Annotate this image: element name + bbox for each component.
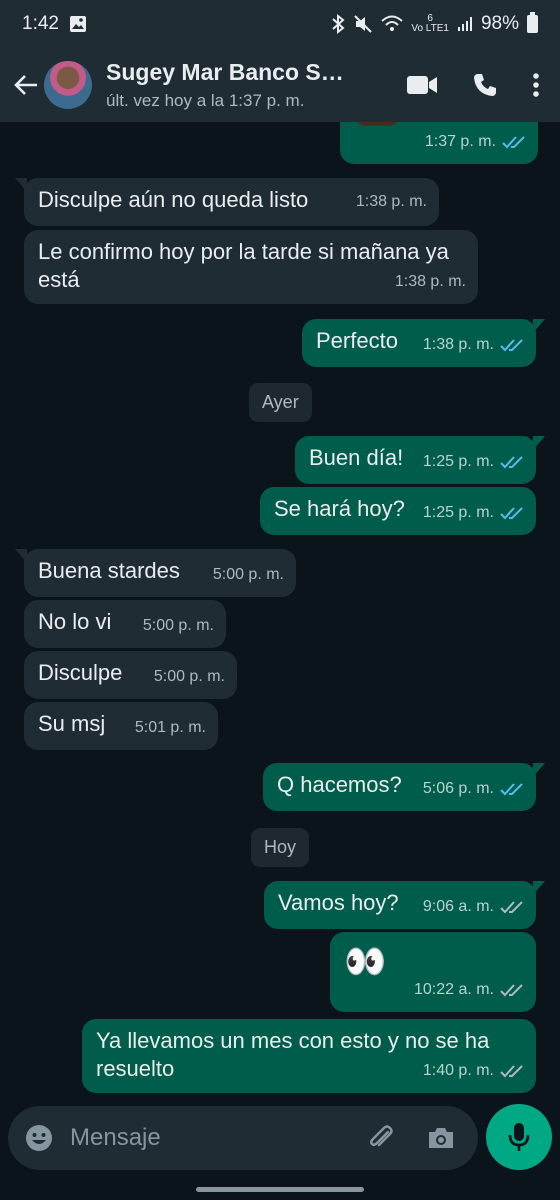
home-indicator[interactable] xyxy=(196,1187,364,1192)
network-label: Vo LTE1 xyxy=(411,23,449,34)
message-bubble-out[interactable]: 1:37 p. m. xyxy=(340,122,538,164)
signal-icon xyxy=(457,17,472,31)
mute-icon xyxy=(354,15,373,33)
message-text: Se hará hoy? xyxy=(274,496,405,521)
message-meta: 1:25 p. m. xyxy=(423,448,524,476)
message-text: Perfecto xyxy=(316,328,398,353)
message-bubble-out[interactable]: Ya llevamos un mes con esto y no se ha r… xyxy=(82,1019,536,1093)
message-bubble-in[interactable]: No lo vi 5:00 p. m. xyxy=(24,600,226,648)
message-input[interactable]: Mensaje xyxy=(70,1124,366,1152)
message-meta: 1:38 p. m. xyxy=(423,331,524,359)
message-bubble-in[interactable]: Disculpe aún no queda listo 1:38 p. m. xyxy=(15,178,439,226)
message-meta: 9:06 a. m. xyxy=(423,893,524,921)
message-bubble-out[interactable]: Q hacemos? 5:06 p. m. xyxy=(263,763,545,811)
lte-label: 6 Vo LTE1 xyxy=(411,14,449,34)
message-composer: Mensaje xyxy=(8,1106,478,1170)
message-meta: 1:25 p. m. xyxy=(423,499,524,527)
message-time: 9:06 a. m. xyxy=(422,898,494,915)
message-bubble-out[interactable]: Perfecto 1:38 p. m. xyxy=(302,319,545,367)
bluetooth-icon xyxy=(332,14,345,34)
message-time: 1:25 p. m. xyxy=(422,504,494,521)
avatar[interactable] xyxy=(44,61,92,109)
message-bubble-in[interactable]: Disculpe 5:00 p. m. xyxy=(24,651,237,699)
message-text: Buena stardes xyxy=(38,558,180,583)
chat-area[interactable]: 1:37 p. m. Disculpe aún no queda listo 1… xyxy=(0,122,560,1100)
message-meta: 1:40 p. m. xyxy=(423,1057,524,1085)
message-time: 5:00 p. m. xyxy=(153,668,225,685)
last-seen: últ. vez hoy a la 1:37 p. m. xyxy=(106,91,305,110)
message-bubble-in[interactable]: Le confirmo hoy por la tarde si mañana y… xyxy=(24,230,478,304)
emoji-icon[interactable] xyxy=(24,1123,54,1153)
gallery-notification-icon xyxy=(69,16,86,32)
message-time: 5:06 p. m. xyxy=(422,780,494,797)
message-meta: 1:38 p. m. xyxy=(356,188,427,216)
message-meta: 1:38 p. m. xyxy=(395,268,466,296)
message-text: Q hacemos? xyxy=(277,772,402,797)
message-text: Disculpe xyxy=(38,660,123,685)
message-time: 5:00 p. m. xyxy=(212,566,284,583)
camera-icon[interactable] xyxy=(426,1125,456,1151)
message-time: 1:38 p. m. xyxy=(355,193,427,210)
contact-info[interactable]: Sugey Mar Banco S… últ. vez hoy a la 1:3… xyxy=(106,59,406,111)
voice-call-icon[interactable] xyxy=(472,72,498,98)
video-call-icon[interactable] xyxy=(406,74,438,96)
mic-icon xyxy=(508,1123,530,1151)
more-options-icon[interactable] xyxy=(532,72,540,98)
message-time: 5:00 p. m. xyxy=(142,617,214,634)
contact-name: Sugey Mar Banco S… xyxy=(106,59,344,85)
message-text: Disculpe aún no queda listo xyxy=(38,187,309,212)
delivered-double-check-icon xyxy=(500,984,523,997)
message-time: 1:38 p. m. xyxy=(422,336,494,353)
message-time: 1:38 p. m. xyxy=(394,273,466,290)
battery-icon xyxy=(527,12,538,33)
thumbs-up-emoji xyxy=(354,122,400,126)
message-time: 1:40 p. m. xyxy=(422,1062,494,1079)
message-bubble-in[interactable]: Su msj 5:01 p. m. xyxy=(24,702,218,750)
message-meta: 1:37 p. m. xyxy=(425,128,526,156)
chat-header: Sugey Mar Banco S… últ. vez hoy a la 1:3… xyxy=(0,48,560,122)
eyes-emoji: 👀 xyxy=(344,943,387,981)
message-bubble-in[interactable]: Buena stardes 5:00 p. m. xyxy=(15,549,296,597)
message-text: Su msj xyxy=(38,711,106,736)
message-text: Vamos hoy? xyxy=(278,890,399,915)
status-time: 1:42 xyxy=(22,13,59,34)
message-meta: 5:06 p. m. xyxy=(423,775,524,803)
date-separator: Ayer xyxy=(249,383,312,422)
read-double-check-icon xyxy=(500,339,523,352)
message-meta: 5:01 p. m. xyxy=(135,714,206,742)
message-meta: 10:22 a. m. xyxy=(414,976,524,1004)
read-double-check-icon xyxy=(500,456,523,469)
delivered-double-check-icon xyxy=(500,901,523,914)
read-double-check-icon xyxy=(500,507,523,520)
read-double-check-icon xyxy=(500,783,523,796)
battery-percent: 98% xyxy=(480,13,519,34)
back-button[interactable] xyxy=(12,71,40,99)
message-text: Buen día! xyxy=(309,445,404,470)
status-bar: 1:42 6 Vo LTE1 98% xyxy=(0,0,560,48)
message-bubble-out[interactable]: Vamos hoy? 9:06 a. m. xyxy=(264,881,545,929)
message-text: No lo vi xyxy=(38,609,112,634)
read-double-check-icon xyxy=(502,136,525,149)
message-meta: 5:00 p. m. xyxy=(143,612,214,640)
message-time: 10:22 a. m. xyxy=(413,981,494,998)
message-time: 1:37 p. m. xyxy=(424,133,496,150)
date-separator: Hoy xyxy=(251,828,310,867)
message-meta: 5:00 p. m. xyxy=(213,561,284,589)
message-time: 1:25 p. m. xyxy=(422,453,494,470)
message-bubble-out[interactable]: Buen día! 1:25 p. m. xyxy=(295,436,545,484)
message-bubble-out[interactable]: Se hará hoy? 1:25 p. m. xyxy=(260,487,536,535)
message-bubble-out[interactable]: 👀 10:22 a. m. xyxy=(330,932,536,1012)
attach-icon[interactable] xyxy=(366,1123,396,1153)
back-arrow-icon xyxy=(14,75,37,95)
message-time: 5:01 p. m. xyxy=(134,719,206,736)
wifi-icon xyxy=(381,15,404,31)
message-meta: 5:00 p. m. xyxy=(154,663,225,691)
voice-message-button[interactable] xyxy=(486,1104,552,1170)
delivered-double-check-icon xyxy=(500,1065,523,1078)
